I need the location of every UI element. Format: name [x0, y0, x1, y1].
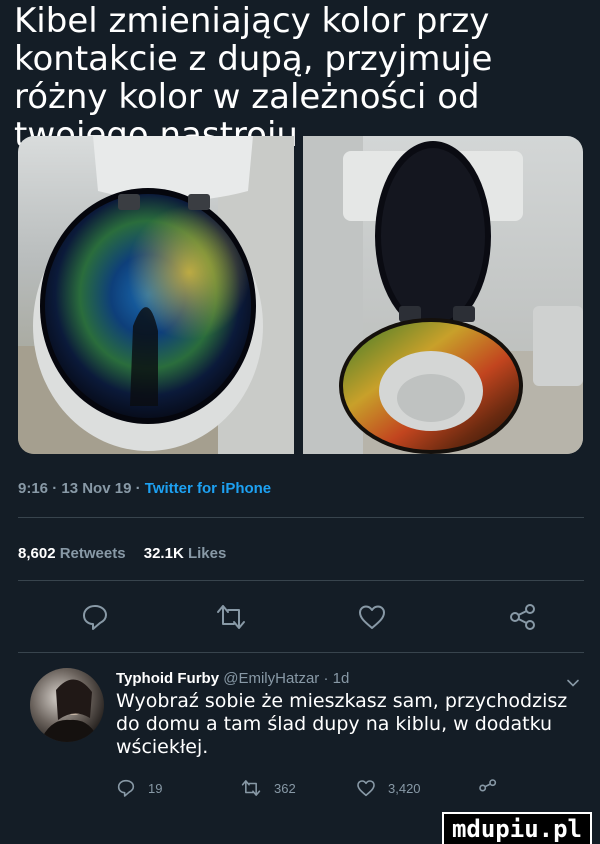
reply-like-button[interactable]: 3,420: [356, 778, 421, 798]
reply-retweet-count: 362: [274, 780, 296, 796]
reply-author-handle[interactable]: @EmilyHatzar: [223, 670, 319, 687]
reply-action-bar: 19 362 3,420: [0, 778, 600, 808]
retweet-icon: [217, 605, 245, 629]
reply-retweet-button[interactable]: 362: [240, 778, 296, 798]
like-button[interactable]: [357, 602, 391, 636]
meme-caption: Kibel zmieniający kolor przy kontakcie z…: [14, 1, 493, 155]
photo-rainbow-seat-open[interactable]: [303, 136, 583, 454]
like-icon: [359, 605, 385, 629]
reply-icon: [83, 605, 107, 630]
tweet-action-bar: [0, 602, 600, 642]
divider: [18, 517, 584, 518]
share-icon: [479, 779, 497, 792]
share-button[interactable]: [508, 602, 542, 636]
divider: [18, 580, 584, 581]
reply-age: · 1d: [319, 670, 350, 687]
retweets-count[interactable]: 8,602: [18, 545, 56, 562]
reply-reply-button[interactable]: 19: [116, 778, 162, 798]
avatar[interactable]: [30, 668, 104, 742]
divider: [18, 652, 584, 653]
likes-label[interactable]: Likes: [188, 545, 226, 562]
reply-reply-count: 19: [148, 780, 163, 796]
photo-galaxy-seat-closed[interactable]: [18, 136, 294, 454]
likes-count[interactable]: 32.1K: [144, 545, 184, 562]
tweet-time[interactable]: 9:16: [18, 480, 48, 497]
tweet-source-link[interactable]: Twitter for iPhone: [145, 480, 271, 497]
reply-button[interactable]: [80, 602, 114, 636]
retweets-label[interactable]: Retweets: [60, 545, 126, 562]
site-watermark: mdupiu.pl: [441, 812, 592, 844]
meta-separator: ·: [131, 480, 145, 497]
reply-like-count: 3,420: [388, 780, 421, 796]
galaxy-seat-closed-image: [18, 136, 294, 454]
reply-author-name[interactable]: Typhoid Furby: [116, 670, 219, 687]
reply-text: Wyobraź sobie że mieszkasz sam, przychod…: [116, 690, 568, 758]
chevron-down-icon: [567, 679, 579, 687]
reply-icon: [117, 779, 135, 797]
tweet-stats: 8,602 Retweets 32.1K Likes: [18, 545, 240, 562]
avatar-photo: [40, 679, 100, 742]
tweet-timestamp: 9:16 · 13 Nov 19 · Twitter for iPhone: [18, 480, 271, 497]
reply-share-button[interactable]: [478, 778, 498, 798]
meta-separator: ·: [48, 480, 62, 497]
retweet-icon: [241, 780, 261, 796]
share-icon: [510, 604, 535, 630]
retweet-button[interactable]: [214, 602, 248, 636]
reply-header: Typhoid Furby @EmilyHatzar · 1d: [116, 670, 349, 687]
tweet-date[interactable]: 13 Nov 19: [61, 480, 131, 497]
rainbow-seat-open-image: [303, 136, 583, 454]
tweet-media[interactable]: [18, 136, 583, 454]
like-icon: [357, 780, 375, 797]
reply-menu-button[interactable]: [566, 676, 580, 690]
